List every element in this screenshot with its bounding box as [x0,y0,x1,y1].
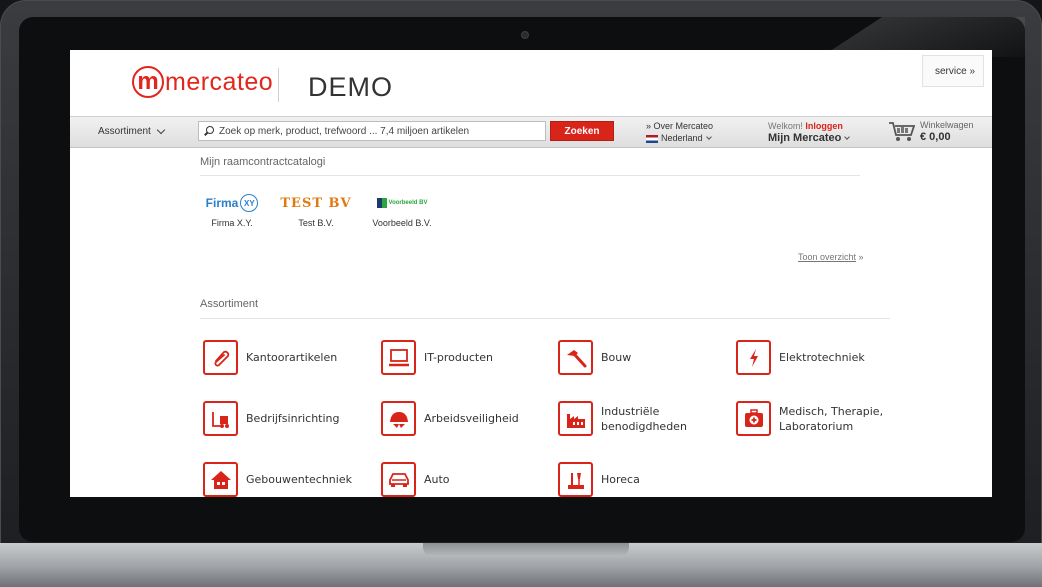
cart-label: Winkelwagen [920,120,974,130]
category-label: Auto [424,473,450,486]
category-label: Kantoorartikelen [246,351,338,364]
xy-badge-icon: XY [240,194,259,212]
overview-link-arrow: » [858,252,864,262]
search-icon [204,126,214,136]
catalog-voorbeeld-bv[interactable]: Voorbeeld BV Voorbeeld B.V. [362,192,442,228]
laptop-notch [423,543,629,557]
mercateo-logo[interactable]: m mercateo [132,64,273,100]
service-button[interactable]: service » [922,55,984,87]
site-header: m mercateo DEMO service » [70,50,992,116]
catalogs-title: Mijn raamcontractcatalogi [200,156,326,168]
category-label: Horeca [601,473,640,486]
category-it-producten[interactable]: IT-producten [381,340,493,375]
search-box[interactable] [198,121,546,141]
logo-mark: m [132,66,164,98]
logo-wordmark: mercateo [165,67,274,96]
catalogs-divider [200,175,860,176]
lightning-icon [736,340,771,375]
car-icon [381,462,416,497]
category-horeca[interactable]: Horeca [558,462,640,497]
factory-icon [558,401,593,436]
catalog-name: Voorbeeld B.V. [372,218,432,228]
grid-logo-icon [376,198,387,208]
nav-bar: Assortiment Zoeken » Over Mercateo Neder… [70,116,992,148]
chevron-down-icon [705,134,712,140]
browser-screen: m mercateo DEMO service » Assortiment Zo… [70,50,992,497]
voorbeeld-bv-logo: Voorbeeld BV [362,192,442,214]
overview-link[interactable]: Toon overzicht » [798,252,864,262]
account-block: Welkom! Inloggen Mijn Mercateo [768,120,851,144]
assortment-divider [200,318,890,319]
catalog-name: Test B.V. [298,218,334,228]
test-bv-logo-text: TEST BV [280,195,352,211]
horeca-icon [558,462,593,497]
welcome-text: Welkom! [768,121,803,131]
country-selector[interactable]: Nederland [646,132,713,144]
main-content: Mijn raamcontractcatalogi Firma XY Firma … [70,148,992,497]
category-label: Medisch, Therapie, Laboratorium [779,404,884,433]
catalog-firma-xy[interactable]: Firma XY Firma X.Y. [192,192,272,228]
firma-logo-word: Firma [205,196,239,210]
overview-link-label: Toon overzicht [798,252,857,262]
catalog-name: Firma X.Y. [211,218,253,228]
laptop-scene: m mercateo DEMO service » Assortiment Zo… [0,0,1042,587]
my-mercateo-label: Mijn Mercateo [768,132,842,144]
chevron-down-icon [156,125,166,135]
cart-text: Winkelwagen € 0,00 [920,119,974,143]
info-block: » Over Mercateo Nederland [646,120,713,144]
test-bv-logo: TEST BV [276,192,356,214]
voorbeeld-logo: Voorbeeld BV [376,198,428,208]
category-elektrotechniek[interactable]: Elektrotechniek [736,340,865,375]
forklift-icon [203,401,238,436]
category-label: Industriële benodigdheden [601,404,687,433]
category-arbeidsveiligheid[interactable]: Arbeidsveiligheid [381,401,519,436]
search-button[interactable]: Zoeken [550,121,614,141]
category-medisch[interactable]: Medisch, Therapie, Laboratorium [736,401,889,436]
safety-helmet-icon [381,401,416,436]
house-icon [203,462,238,497]
over-mercateo-link[interactable]: » Over Mercateo [646,120,713,132]
chevron-down-icon [844,134,851,140]
category-auto[interactable]: Auto [381,462,450,497]
laptop-base [0,543,1042,587]
hammer-icon [558,340,593,375]
laptop-icon [381,340,416,375]
my-mercateo-menu[interactable]: Mijn Mercateo [768,132,851,144]
category-label: Elektrotechniek [779,351,865,364]
category-industriele-benodigdheden[interactable]: Industriële benodigdheden [558,401,691,436]
shopping-cart-icon [889,122,916,141]
cart-amount: € 0,00 [920,131,951,143]
country-label: Nederland [661,133,703,143]
login-link[interactable]: Inloggen [805,121,843,131]
category-label: Bedrijfsinrichting [246,412,340,425]
catalog-test-bv[interactable]: TEST BV Test B.V. [276,192,356,229]
search-input[interactable] [219,125,539,137]
header-divider [278,68,279,102]
voorbeeld-logo-text: Voorbeeld BV [388,200,428,206]
assortment-title: Assortiment [200,298,259,310]
category-label: IT-producten [424,351,493,364]
netherlands-flag-icon [646,134,658,143]
category-label: Gebouwentechniek [246,473,352,486]
category-kantoorartikelen[interactable]: Kantoorartikelen [203,340,337,375]
cart[interactable]: Winkelwagen € 0,00 [888,119,974,143]
firma-logo: Firma XY [206,194,259,212]
webcam [521,31,529,39]
first-aid-icon [736,401,771,436]
category-label: Bouw [601,351,632,364]
page-title: DEMO [308,72,393,102]
category-bouw[interactable]: Bouw [558,340,631,375]
category-bedrijfsinrichting[interactable]: Bedrijfsinrichting [203,401,339,436]
category-label: Arbeidsveiligheid [424,412,519,425]
firma-xy-logo: Firma XY [192,192,272,214]
assortment-menu[interactable]: Assortiment [98,125,166,137]
assortment-menu-label: Assortiment [98,126,151,137]
category-gebouwentechniek[interactable]: Gebouwentechniek [203,462,352,497]
paperclip-icon [203,340,238,375]
